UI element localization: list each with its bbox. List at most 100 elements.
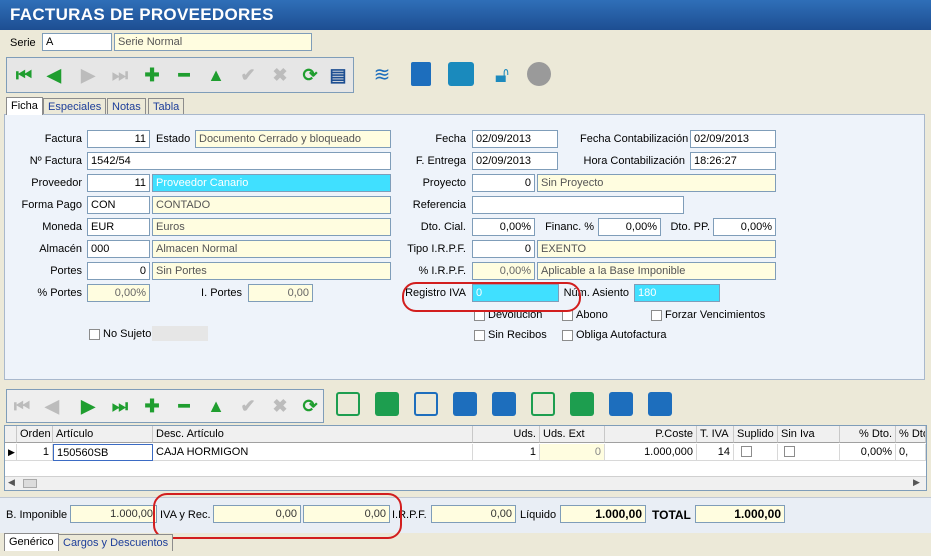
help-window-icon[interactable] (375, 392, 399, 416)
obliga-checkbox[interactable] (562, 330, 573, 341)
f-entrega-field[interactable]: 02/09/2013 (472, 152, 558, 170)
hora-contab-field[interactable]: 18:26:27 (690, 152, 776, 170)
tab-notas[interactable]: Notas (107, 98, 146, 115)
moneda-code-field[interactable]: EUR (87, 218, 150, 236)
dto-cial-field[interactable]: 0,00% (472, 218, 535, 236)
lines-edit-icon[interactable]: ▲ (205, 395, 227, 417)
add-icon[interactable]: ✚ (141, 64, 163, 86)
lines-previous-icon[interactable]: ◀ (41, 395, 63, 417)
cell-dto[interactable]: 0,00% (840, 444, 896, 461)
scroll-thumb[interactable] (23, 479, 37, 488)
moneda-name-field: Euros (152, 218, 391, 236)
serie-code-field[interactable]: A (42, 33, 112, 51)
portes-name-field: Sin Portes (152, 262, 391, 280)
horizontal-scrollbar[interactable]: ◀ ▶ (5, 476, 926, 490)
dto-pp-field[interactable]: 0,00% (713, 218, 776, 236)
lines-cancel-icon[interactable]: ✖ (269, 395, 291, 417)
previous-record-icon[interactable]: ◀ (43, 64, 65, 86)
cell-dto2[interactable]: 0, (896, 444, 926, 461)
col-uds-ext[interactable]: Uds. Ext (540, 426, 605, 443)
col-sin-iva[interactable]: Sin Iva (778, 426, 840, 443)
cell-sin-iva (778, 444, 840, 461)
no-sujeto-checkbox[interactable] (89, 329, 100, 340)
i-portes-field[interactable]: 0,00 (248, 284, 313, 302)
referencia-field[interactable] (472, 196, 684, 214)
cell-uds-ext[interactable]: 0 (540, 444, 605, 461)
printer-icon[interactable] (448, 62, 474, 86)
portes-code-field[interactable]: 0 (87, 262, 150, 280)
currency-icon[interactable] (531, 392, 555, 416)
financ-field[interactable]: 0,00% (598, 218, 661, 236)
col-orden[interactable]: Orden (17, 426, 53, 443)
cancel-icon[interactable]: ✖ (269, 64, 291, 86)
lock-icon[interactable]: 🔓︎ (490, 62, 514, 87)
list-icon[interactable]: ▤ (327, 64, 349, 86)
cell-desc[interactable]: CAJA HORMIGON (153, 444, 473, 461)
lines-last-icon[interactable]: ⏭ (109, 395, 131, 417)
estado-label: Estado (156, 133, 191, 145)
lines-first-icon[interactable]: ⏮ (11, 395, 33, 417)
cell-tiva[interactable]: 14 (697, 444, 734, 461)
tab-tabla[interactable]: Tabla (148, 98, 185, 115)
col-tiva[interactable]: T. IVA (697, 426, 734, 443)
search-window-icon[interactable] (648, 392, 672, 416)
broadcast-icon[interactable]: ≋ (370, 62, 394, 86)
cell-articulo[interactable]: 150560SB (53, 444, 153, 461)
edit-document-icon[interactable] (336, 392, 360, 416)
next-record-icon[interactable]: ▶ (77, 64, 99, 86)
suplido-checkbox[interactable] (741, 446, 752, 457)
cell-uds[interactable]: 1 (473, 444, 540, 461)
confirm-icon[interactable]: ✔ (237, 64, 259, 86)
factura-field[interactable]: 11 (87, 130, 150, 148)
edit-up-icon[interactable]: ▲ (205, 64, 227, 86)
col-articulo[interactable]: Artículo (53, 426, 153, 443)
lines-confirm-icon[interactable]: ✔ (237, 395, 259, 417)
col-dto2[interactable]: % Dto (896, 426, 926, 443)
fecha-field[interactable]: 02/09/2013 (472, 130, 558, 148)
delete-icon[interactable]: ━ (173, 64, 195, 86)
forzar-checkbox[interactable] (651, 310, 662, 321)
num-factura-field[interactable]: 1542/54 (87, 152, 391, 170)
fecha-contab-field[interactable]: 02/09/2013 (690, 130, 776, 148)
scroll-left-icon[interactable]: ◀ (8, 477, 15, 488)
lines-delete-icon[interactable]: ━ (173, 395, 195, 417)
refresh-icon[interactable]: ⟳ (299, 64, 321, 86)
stop-icon[interactable] (527, 62, 551, 86)
tab-especiales[interactable]: Especiales (43, 98, 107, 115)
almacen-code-field[interactable]: 000 (87, 240, 150, 258)
proyecto-code-field[interactable]: 0 (472, 174, 535, 192)
proveedor-code-field[interactable]: 11 (87, 174, 150, 192)
slu-icon[interactable] (570, 392, 594, 416)
col-dto[interactable]: % Dto. (840, 426, 896, 443)
tab-cargos-descuentos[interactable]: Cargos y Descuentos (58, 534, 174, 551)
lines-add-icon[interactable]: ✚ (141, 395, 163, 417)
num-asiento-field[interactable]: 180 (634, 284, 720, 302)
nxn-icon[interactable] (453, 392, 477, 416)
calculator-icon[interactable] (492, 392, 516, 416)
cell-orden[interactable]: 1 (17, 444, 53, 461)
cell-pcoste[interactable]: 1.000,000 (605, 444, 697, 461)
col-suplido[interactable]: Suplido (734, 426, 778, 443)
door-icon[interactable] (411, 62, 431, 86)
f-entrega-label: F. Entrega (415, 155, 466, 167)
fecha-contab-label: Fecha Contabilización (580, 133, 689, 145)
sin-recibos-checkbox[interactable] (474, 330, 485, 341)
lines-refresh-icon[interactable]: ⟳ (299, 395, 321, 417)
lines-next-icon[interactable]: ▶ (77, 395, 99, 417)
transport-icon[interactable] (609, 392, 633, 416)
tab-ficha[interactable]: Ficha (6, 97, 43, 115)
forma-pago-code-field[interactable]: CON (87, 196, 150, 214)
tipo-irpf-code-field[interactable]: 0 (472, 240, 535, 258)
first-record-icon[interactable]: ⏮ (13, 64, 35, 86)
hierarchy-icon[interactable] (414, 392, 438, 416)
col-desc[interactable]: Desc. Artículo (153, 426, 473, 443)
col-uds[interactable]: Uds. (473, 426, 540, 443)
last-record-icon[interactable]: ⏭ (109, 64, 131, 86)
sin-iva-checkbox[interactable] (784, 446, 795, 457)
lines-grid: Orden Artículo Desc. Artículo Uds. Uds. … (4, 425, 927, 491)
pct-portes-field[interactable]: 0,00% (87, 284, 150, 302)
scroll-right-icon[interactable]: ▶ (913, 477, 920, 488)
tab-generico[interactable]: Genérico (4, 533, 59, 551)
col-pcoste[interactable]: P.Coste (605, 426, 697, 443)
pct-irpf-field[interactable]: 0,00% (472, 262, 535, 280)
